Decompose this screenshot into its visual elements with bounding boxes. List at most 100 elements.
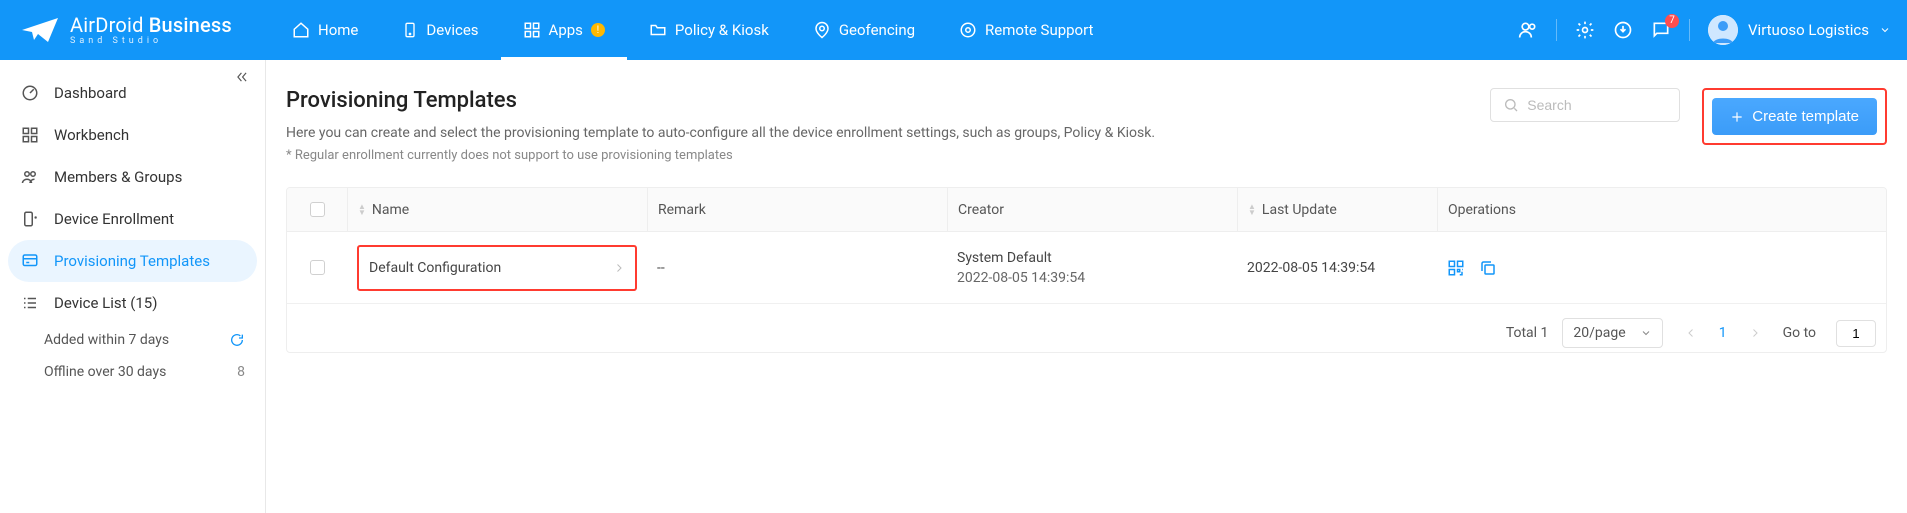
divider <box>1556 19 1557 41</box>
dashboard-icon <box>20 84 40 102</box>
next-page-button[interactable] <box>1741 319 1769 347</box>
th-last-update[interactable]: ▲▼ Last Update <box>1237 188 1437 231</box>
provisioning-icon <box>20 252 40 270</box>
nav-home[interactable]: Home <box>270 0 380 60</box>
user-name: Virtuoso Logistics <box>1748 21 1869 39</box>
sidebar-item-device-list[interactable]: Device List (15) <box>0 282 265 324</box>
templates-table: ▲▼ Name Remark Creator ▲▼ Last Update Op… <box>286 187 1887 353</box>
folder-icon <box>649 21 667 39</box>
nav-geofencing[interactable]: Geofencing <box>791 0 937 60</box>
table-row: Default Configuration -- System Default … <box>287 232 1886 304</box>
last-update-cell: 2022-08-05 14:39:54 <box>1237 260 1437 276</box>
user-menu[interactable]: Virtuoso Logistics <box>1708 15 1891 45</box>
plus-icon <box>1730 110 1744 124</box>
sidebar-item-provisioning[interactable]: Provisioning Templates <box>8 240 257 282</box>
download-icon[interactable] <box>1613 20 1633 40</box>
nav-policy[interactable]: Policy & Kiosk <box>627 0 791 60</box>
sort-icon: ▲▼ <box>358 204 366 216</box>
goto-label: Go to <box>1783 325 1816 341</box>
sidebar-item-label: Dashboard <box>54 84 127 102</box>
qr-icon[interactable] <box>1447 259 1465 277</box>
th-label: Operations <box>1448 202 1516 218</box>
th-label: Remark <box>658 202 706 218</box>
th-label: Last Update <box>1262 202 1337 218</box>
nav-label: Policy & Kiosk <box>675 21 769 39</box>
select-all-checkbox[interactable] <box>310 202 325 217</box>
page-note: * Regular enrollment currently does not … <box>286 148 1474 163</box>
th-creator: Creator <box>947 188 1237 231</box>
sidebar-item-label: Members & Groups <box>54 168 182 186</box>
page-description: Here you can create and select the provi… <box>286 123 1474 144</box>
sidebar-item-members[interactable]: Members & Groups <box>0 156 265 198</box>
current-page[interactable]: 1 <box>1719 325 1727 341</box>
creator-cell: System Default 2022-08-05 14:39:54 <box>947 250 1237 286</box>
remark-cell: -- <box>647 260 947 276</box>
sort-icon: ▲▼ <box>1248 204 1256 216</box>
page-header: Provisioning Templates Here you can crea… <box>286 88 1887 163</box>
create-template-button[interactable]: Create template <box>1712 98 1877 135</box>
row-checkbox[interactable] <box>310 260 325 275</box>
brand-logo[interactable]: AirDroid Business Sand Studio <box>20 15 270 46</box>
avatar-icon <box>1708 15 1738 45</box>
refresh-icon[interactable] <box>229 332 245 348</box>
main-nav: Home Devices Apps ! Policy & Kiosk Geofe… <box>270 0 1115 60</box>
location-icon <box>813 21 831 39</box>
collapse-sidebar-icon[interactable] <box>233 70 251 84</box>
nav-devices[interactable]: Devices <box>380 0 500 60</box>
operations-cell <box>1437 259 1557 277</box>
nav-label: Apps <box>549 21 583 39</box>
offline-count: 8 <box>237 364 245 380</box>
sidebar-item-enrollment[interactable]: Device Enrollment <box>0 198 265 240</box>
sidebar-sub-offline[interactable]: Offline over 30 days 8 <box>0 356 265 388</box>
search-icon <box>1503 97 1519 113</box>
main-content: Provisioning Templates Here you can crea… <box>266 60 1907 513</box>
top-actions: 7 Virtuoso Logistics <box>1518 15 1891 45</box>
th-checkbox <box>287 188 347 231</box>
sidebar-item-dashboard[interactable]: Dashboard <box>0 72 265 114</box>
apps-icon <box>523 21 541 39</box>
sidebar: Dashboard Workbench Members & Groups Dev… <box>0 60 266 513</box>
sidebar-item-label: Provisioning Templates <box>54 252 210 270</box>
goto-page-input[interactable] <box>1836 320 1876 347</box>
th-name[interactable]: ▲▼ Name <box>347 188 647 231</box>
home-icon <box>292 21 310 39</box>
nav-label: Remote Support <box>985 21 1093 39</box>
sidebar-item-label: Workbench <box>54 126 129 144</box>
th-label: Creator <box>958 202 1004 218</box>
notifications-icon[interactable]: 7 <box>1651 20 1671 40</box>
sidebar-sub-added[interactable]: Added within 7 days <box>0 324 265 356</box>
template-name-cell[interactable]: Default Configuration <box>357 245 637 291</box>
sidebar-sub-label: Offline over 30 days <box>44 364 166 380</box>
template-name: Default Configuration <box>369 260 501 276</box>
topbar: AirDroid Business Sand Studio Home Devic… <box>0 0 1907 60</box>
sidebar-item-label: Device Enrollment <box>54 210 174 228</box>
notification-badge: 7 <box>1665 14 1679 28</box>
pagination: Total 1 20/page 1 Go to <box>287 304 1886 352</box>
search-input[interactable] <box>1527 97 1667 113</box>
sidebar-item-workbench[interactable]: Workbench <box>0 114 265 156</box>
enrollment-icon <box>20 210 40 228</box>
list-icon <box>20 294 40 312</box>
device-icon <box>402 21 418 39</box>
nav-remote-support[interactable]: Remote Support <box>937 0 1115 60</box>
sidebar-item-label: Device List (15) <box>54 294 157 312</box>
copy-icon[interactable] <box>1479 259 1497 277</box>
members-icon[interactable] <box>1518 20 1538 40</box>
prev-page-button[interactable] <box>1677 319 1705 347</box>
button-label: Create template <box>1752 108 1859 125</box>
page-title: Provisioning Templates <box>286 88 1474 113</box>
nav-apps[interactable]: Apps ! <box>501 0 627 60</box>
chevron-down-icon <box>1879 24 1891 36</box>
creator-time: 2022-08-05 14:39:54 <box>957 270 1227 286</box>
workbench-icon <box>20 126 40 144</box>
search-box[interactable] <box>1490 88 1680 122</box>
chevron-right-icon <box>613 262 625 274</box>
paper-plane-icon <box>20 16 60 44</box>
page-size-label: 20/page <box>1573 325 1625 341</box>
settings-gear-icon[interactable] <box>1575 20 1595 40</box>
th-operations: Operations <box>1437 188 1557 231</box>
members-icon <box>20 168 40 186</box>
nav-label: Home <box>318 21 358 39</box>
page-size-select[interactable]: 20/page <box>1562 318 1662 348</box>
divider <box>1689 19 1690 41</box>
